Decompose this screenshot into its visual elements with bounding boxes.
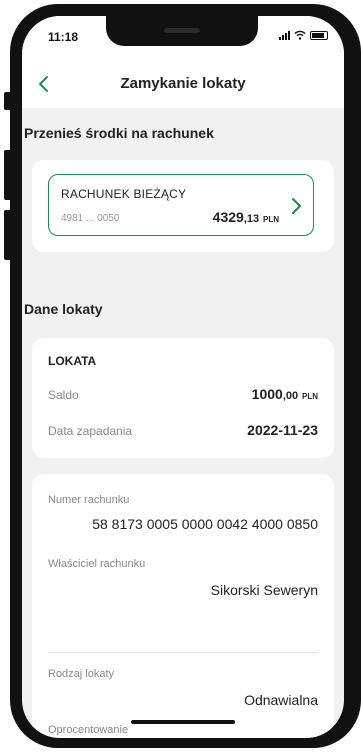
deposit-type-label: Rodzaj lokaty — [48, 668, 115, 680]
owner-name: Sikorski Seweryn — [210, 582, 318, 598]
chevron-right-icon — [292, 198, 301, 214]
signal-icon — [279, 30, 290, 40]
speaker — [164, 28, 200, 33]
system-icons — [279, 30, 328, 40]
transfer-section-title: Przenieś środki na rachunek — [24, 125, 214, 141]
phone-volume-up-button — [4, 150, 12, 200]
account-balance-dec: ,13 — [243, 213, 260, 225]
phone-side-button — [4, 92, 12, 110]
deposit-account-number: 58 8173 0005 0000 0042 4000 0850 — [92, 516, 318, 532]
account-number-label: Numer rachunku — [48, 494, 130, 506]
maturity-date: 2022-11-23 — [247, 422, 318, 438]
divider — [48, 652, 318, 653]
deposit-currency: PLN — [302, 392, 318, 401]
phone-volume-down-button — [4, 210, 12, 260]
account-name: RACHUNEK BIEŻĄCY — [61, 187, 187, 201]
header: Zamykanie lokaty — [22, 60, 344, 108]
account-currency: PLN — [263, 215, 279, 224]
deposit-balance: 1000,00 PLN — [252, 386, 318, 402]
owner-label: Właściciel rachunku — [48, 558, 146, 570]
deposit-balance-label: Saldo — [48, 388, 79, 402]
deposit-card: LOKATA Saldo 1000,00 PLN Data zapadania … — [32, 338, 334, 458]
account-number: 4981 ... 0050 — [61, 213, 120, 224]
notch — [106, 16, 258, 46]
deposit-title: LOKATA — [48, 354, 97, 368]
status-bar: 11:18 — [22, 16, 344, 60]
account-select-button[interactable]: RACHUNEK BIEŻĄCY 4981 ... 0050 4329,13 P… — [48, 174, 314, 236]
deposit-balance-dec: ,00 — [282, 390, 299, 402]
battery-icon — [310, 30, 328, 40]
details-card: Numer rachunku 58 8173 0005 0000 0042 40… — [32, 474, 334, 738]
account-balance-int: 4329 — [212, 209, 244, 225]
deposit-type: Odnawialna — [244, 692, 318, 708]
page-title: Zamykanie lokaty — [120, 75, 246, 92]
account-card: RACHUNEK BIEŻĄCY 4981 ... 0050 4329,13 P… — [32, 160, 334, 252]
deposit-section-title: Dane lokaty — [24, 301, 103, 317]
maturity-date-label: Data zapadania — [48, 424, 133, 438]
screen: 11:18 Zamykanie lokaty Przenieś środki n… — [22, 16, 344, 738]
account-balance: 4329,13 PLN — [213, 209, 279, 225]
wifi-icon — [294, 30, 306, 40]
interest-label: Oprocentowanie — [48, 724, 129, 736]
deposit-balance-int: 1000 — [251, 386, 283, 402]
status-time: 11:18 — [48, 30, 79, 44]
home-indicator[interactable] — [131, 720, 235, 724]
